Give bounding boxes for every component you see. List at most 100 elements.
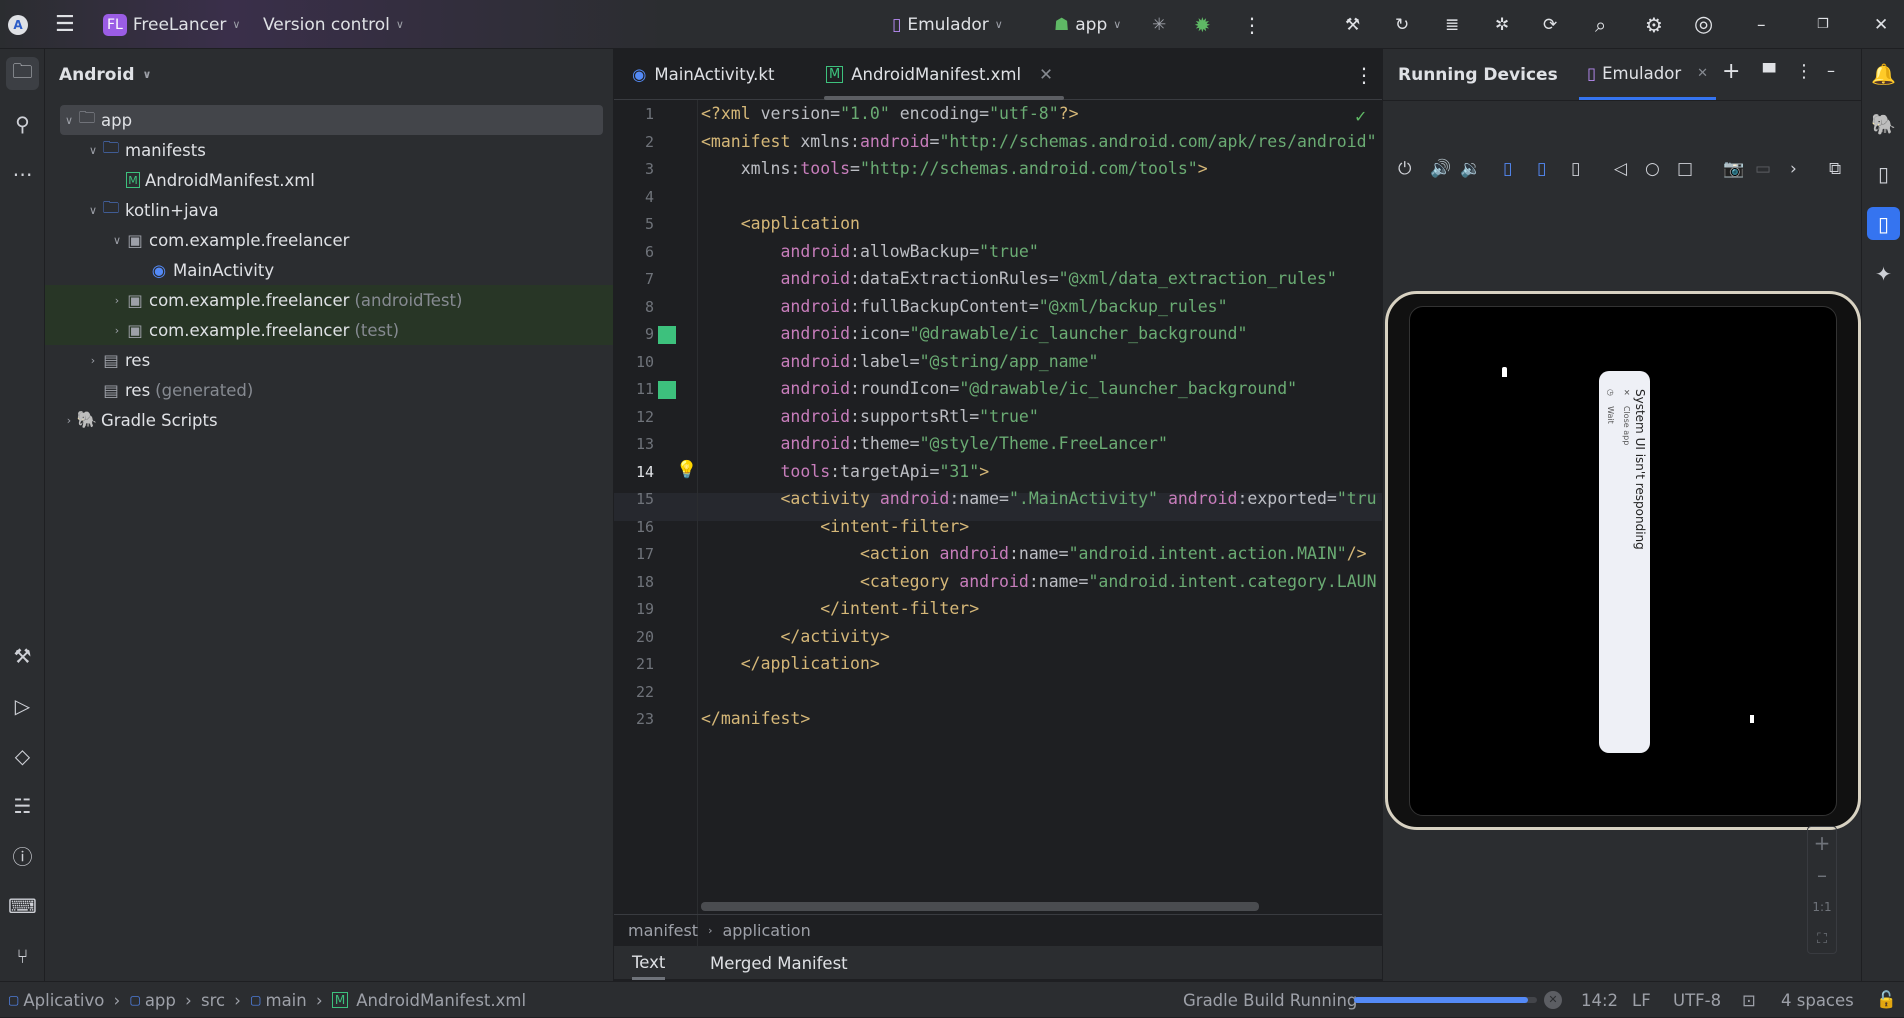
chevron-right-icon[interactable]: › — [60, 414, 78, 427]
main-menu-icon[interactable]: ☰ — [55, 0, 75, 49]
chevron-down-icon[interactable]: ∨ — [84, 144, 102, 157]
lightbulb-icon[interactable]: 💡 — [676, 460, 697, 480]
device-selector[interactable]: ▯ Emulador ∨ — [892, 0, 1003, 49]
lock-icon[interactable]: 🔓 — [1876, 982, 1897, 1018]
project-selector[interactable]: FL FreeLancer ∨ — [103, 0, 240, 49]
tabs-more-icon[interactable]: ⋮ — [1354, 49, 1374, 100]
project-view-selector[interactable]: Android ∨ — [59, 49, 151, 100]
chevron-right-icon[interactable]: › — [108, 324, 126, 337]
chevron-right-icon[interactable]: › — [84, 354, 102, 367]
zoom-actual-button[interactable]: 1:1 — [1808, 891, 1836, 923]
wait-button[interactable]: ◷ Wait — [1606, 389, 1615, 424]
layout-icon[interactable]: ▀ — [1763, 63, 1775, 82]
apply-changes-icon[interactable]: ↻ — [1395, 0, 1409, 49]
readonly-toggle-icon[interactable]: ⊡ — [1742, 982, 1756, 1018]
tree-item[interactable]: ∨ 🗀 kotlin+java — [60, 195, 603, 225]
logcat-icon[interactable]: ☵ — [6, 789, 39, 822]
fold-icon[interactable]: ▯ — [1571, 159, 1580, 179]
close-app-button[interactable]: ✕ Close app — [1622, 389, 1631, 445]
path-item[interactable]: src — [201, 991, 225, 1010]
tree-item[interactable]: ∨ 🗀 app — [60, 105, 603, 135]
restore-button[interactable]: ❐ — [1817, 0, 1829, 49]
more-icon[interactable]: ⋮ — [1242, 0, 1262, 49]
tree-item[interactable]: M AndroidManifest.xml — [60, 165, 603, 195]
notifications-icon[interactable]: 🔔 — [1867, 57, 1900, 90]
gradle-icon[interactable]: 🐘 — [1867, 107, 1900, 140]
tab-main-activity[interactable]: ◉ MainActivity.kt — [632, 49, 774, 100]
tab-android-manifest[interactable]: M AndroidManifest.xml ✕ — [826, 49, 1053, 100]
device-screen[interactable]: System UI isn't responding ✕ Close app ◷… — [1409, 306, 1837, 816]
tab-emulador[interactable]: ▯ Emulador ✕ — [1579, 49, 1717, 100]
tree-item[interactable]: ▤ res (generated) — [60, 375, 603, 405]
tree-item[interactable]: › 🐘 Gradle Scripts — [60, 405, 603, 435]
hide-panel-icon[interactable]: – — [1827, 61, 1835, 80]
chevron-down-icon[interactable]: ∨ — [84, 204, 102, 217]
line-separator[interactable]: LF — [1632, 982, 1651, 1018]
build-variants-icon[interactable]: ⚒ — [6, 639, 39, 672]
account-icon[interactable]: ◎ — [1694, 0, 1713, 49]
running-devices-icon[interactable]: ▯ — [1867, 207, 1900, 240]
options-icon[interactable]: ⋮ — [1795, 61, 1813, 82]
device-manager-icon[interactable]: ▯ — [1867, 157, 1900, 190]
horizontal-scrollbar[interactable] — [701, 902, 1259, 911]
rotate-right-icon[interactable]: ▯ — [1537, 159, 1546, 179]
more-controls-icon[interactable]: › — [1790, 159, 1797, 179]
gradle-sync-icon[interactable]: ⟳ — [1543, 0, 1557, 49]
device-explorer-icon[interactable]: ⧉ — [1829, 159, 1841, 179]
search-icon[interactable]: ⌕ — [1595, 0, 1606, 49]
chevron-down-icon[interactable]: ∨ — [108, 234, 126, 247]
no-problems-check-icon[interactable]: ✓ — [1354, 107, 1367, 126]
background-task[interactable]: Gradle Build Running — [1183, 982, 1357, 1018]
add-device-icon[interactable]: + — [1722, 59, 1740, 84]
tab-text[interactable]: Text — [632, 947, 666, 980]
path-item[interactable]: main — [266, 991, 307, 1010]
terminal-icon[interactable]: ⌨ — [6, 889, 39, 922]
run-config-selector[interactable]: ☗ app ∨ — [1054, 0, 1121, 49]
overview-icon[interactable]: □ — [1677, 159, 1693, 179]
back-icon[interactable]: ◁ — [1614, 159, 1627, 179]
tree-item[interactable]: ∨ 🗀 manifests — [60, 135, 603, 165]
home-icon[interactable]: ○ — [1645, 159, 1660, 179]
zoom-in-icon[interactable]: + — [1808, 827, 1836, 859]
attach-debugger-icon[interactable]: ✲ — [1495, 0, 1509, 49]
tree-item[interactable]: ∨ ▣ com.example.freelancer — [60, 225, 603, 255]
project-folder-icon[interactable]: 🗀 — [6, 57, 39, 90]
close-tab-icon[interactable]: ✕ — [1697, 66, 1708, 81]
cancel-task-icon[interactable]: ✕ — [1544, 991, 1562, 1009]
run-icon[interactable]: ▷ — [6, 689, 39, 722]
sync-icon[interactable]: ≣ — [1445, 0, 1459, 49]
android-studio-logo-icon[interactable]: A — [8, 0, 28, 49]
more-tools-icon[interactable]: ⋯ — [6, 157, 39, 190]
problems-icon[interactable]: ⓘ — [6, 839, 39, 872]
rotate-left-icon[interactable]: ▯ — [1503, 159, 1512, 179]
git-icon[interactable]: ⑂ — [6, 939, 39, 972]
close-button[interactable]: ✕ — [1874, 0, 1888, 49]
indent-setting[interactable]: 4 spaces — [1781, 982, 1854, 1018]
volume-up-icon[interactable]: 🔊 — [1430, 159, 1451, 179]
breadcrumb-item[interactable]: application — [722, 921, 810, 940]
tree-item[interactable]: ◉ MainActivity — [60, 255, 603, 285]
zoom-out-icon[interactable]: – — [1808, 859, 1836, 891]
power-icon[interactable]: ⏻ — [1398, 159, 1411, 179]
fit-screen-icon[interactable]: ⛶ — [1808, 923, 1836, 955]
tree-item[interactable]: › ▣ com.example.freelancer (test) — [45, 315, 613, 345]
change-marker[interactable] — [658, 381, 676, 399]
chevron-right-icon[interactable]: › — [108, 294, 126, 307]
minimize-button[interactable]: – — [1757, 0, 1766, 49]
code-area[interactable]: <?xml version="1.0" encoding="utf-8"?> <m… — [701, 100, 1382, 940]
close-tab-icon[interactable]: ✕ — [1039, 65, 1053, 84]
breadcrumb-item[interactable]: manifest — [628, 921, 698, 940]
gear-icon[interactable]: ⚙ — [1645, 0, 1663, 49]
gem-icon[interactable]: ◇ — [6, 739, 39, 772]
volume-down-icon[interactable]: 🔉 — [1460, 159, 1481, 179]
path-item[interactable]: app — [145, 991, 176, 1010]
file-encoding[interactable]: UTF-8 — [1673, 982, 1721, 1018]
change-marker[interactable] — [658, 326, 676, 344]
path-item[interactable]: AndroidManifest.xml — [356, 991, 526, 1010]
debug-icon[interactable]: ✹ — [1194, 0, 1211, 49]
chevron-down-icon[interactable]: ∨ — [60, 114, 78, 127]
gemini-icon[interactable]: ✦ — [1867, 257, 1900, 290]
caret-position[interactable]: 14:2 — [1581, 982, 1618, 1018]
build-icon[interactable]: ⚒ — [1345, 0, 1360, 49]
tree-item[interactable]: › ▣ com.example.freelancer (androidTest) — [45, 285, 613, 315]
